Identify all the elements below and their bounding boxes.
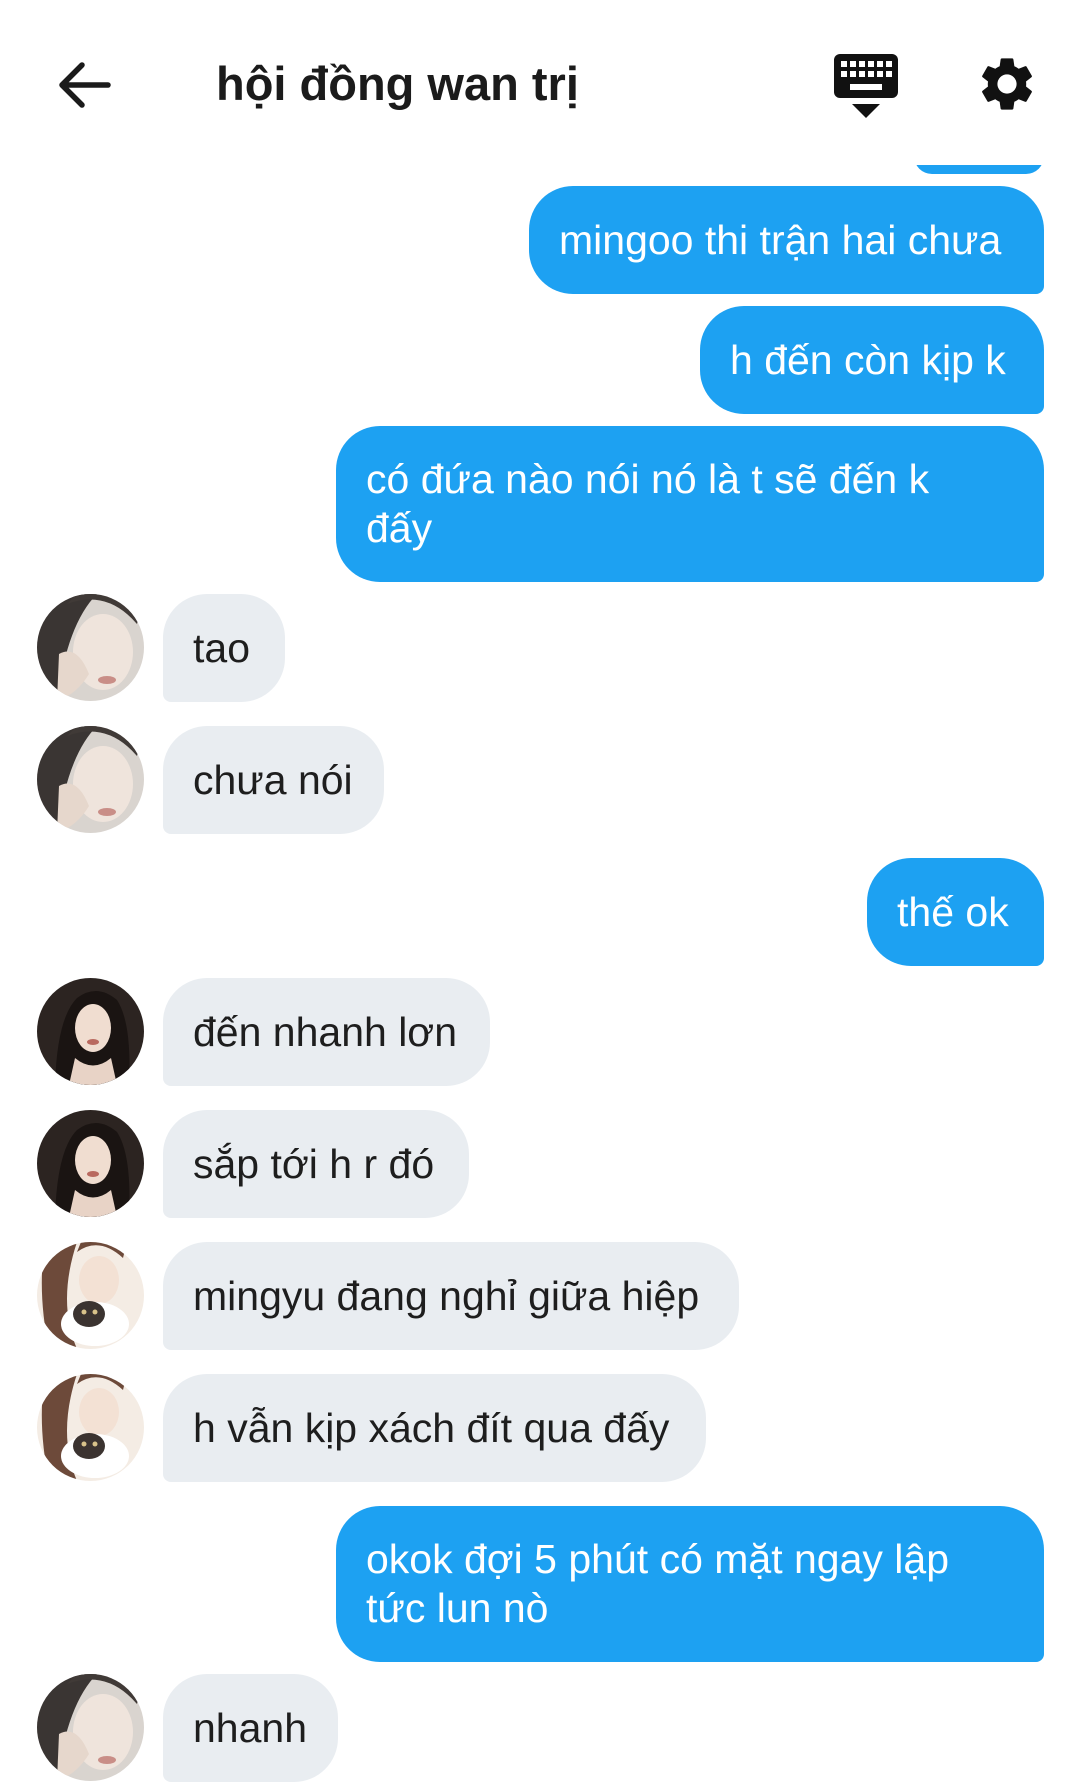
message-text: có đứa nào nói nó là t sẽ đến k đấy	[366, 456, 930, 551]
message-bubble-outgoing[interactable]: h đến còn kịp k	[700, 306, 1044, 414]
message-bubble-outgoing[interactable]: thế ok	[867, 858, 1044, 966]
message-text: sắp tới h r đó	[193, 1140, 435, 1187]
message-text: nhanh	[193, 1704, 308, 1751]
message-text: đến nhanh lơn	[193, 1008, 457, 1055]
message-bubble-incoming[interactable]: tao	[163, 594, 285, 702]
gear-icon	[982, 58, 1032, 110]
message-bubble-outgoing[interactable]: có đứa nào nói nó là t sẽ đến k đấy	[336, 426, 1044, 582]
avatar[interactable]	[37, 1674, 144, 1781]
avatar-portrait-b	[37, 978, 144, 1085]
message-bubble-incoming[interactable]: sắp tới h r đó	[163, 1110, 469, 1218]
avatar[interactable]	[37, 1110, 144, 1217]
message-bubble-incoming[interactable]: nhanh	[163, 1674, 338, 1782]
chat-screen: mingoo thi trận hai chưa h đến còn kịp k…	[0, 0, 1080, 1785]
message-text: tao	[193, 624, 250, 671]
message-feed[interactable]: mingoo thi trận hai chưa h đến còn kịp k…	[0, 0, 1080, 1785]
message-bubble-incoming[interactable]: h vẫn kịp xách đít qua đấy	[163, 1374, 706, 1482]
page-title: hội đồng wan trị	[216, 57, 579, 110]
avatar[interactable]	[37, 594, 144, 701]
avatar-portrait-a	[37, 726, 144, 833]
settings-button[interactable]	[975, 52, 1039, 116]
message-text: chưa nói	[193, 756, 353, 803]
message-text: h đến còn kịp k	[730, 336, 1006, 383]
message-text: mingoo thi trận hai chưa	[559, 216, 1002, 263]
message-bubble-outgoing[interactable]: okok đợi 5 phút có mặt ngay lập tức lun …	[336, 1506, 1044, 1662]
avatar-portrait-b	[37, 1110, 144, 1217]
keyboard-icon	[834, 54, 898, 118]
chat-header: hội đồng wan trị	[0, 0, 1080, 165]
avatar[interactable]	[37, 1374, 144, 1481]
message-bubble-incoming[interactable]: mingyu đang nghỉ giữa hiệp	[163, 1242, 739, 1350]
message-bubble-incoming[interactable]: chưa nói	[163, 726, 384, 834]
keyboard-button[interactable]	[830, 52, 902, 120]
avatar-portrait-a	[37, 594, 144, 701]
message-text: okok đợi 5 phút có mặt ngay lập tức lun …	[366, 1536, 950, 1631]
avatar[interactable]	[37, 978, 144, 1085]
message-text: mingyu đang nghỉ giữa hiệp	[193, 1272, 700, 1319]
message-bubble-incoming[interactable]: đến nhanh lơn	[163, 978, 490, 1086]
avatar-portrait-a	[37, 1674, 144, 1781]
message-bubble-outgoing[interactable]: mingoo thi trận hai chưa	[529, 186, 1044, 294]
avatar[interactable]	[37, 726, 144, 833]
avatar[interactable]	[37, 1242, 144, 1349]
avatar-portrait-c	[37, 1242, 144, 1349]
back-button[interactable]	[52, 53, 116, 117]
arrow-left-icon	[59, 62, 111, 108]
message-text: thế ok	[897, 888, 1009, 935]
message-text: h vẫn kịp xách đít qua đấy	[193, 1404, 670, 1451]
avatar-portrait-c	[37, 1374, 144, 1481]
